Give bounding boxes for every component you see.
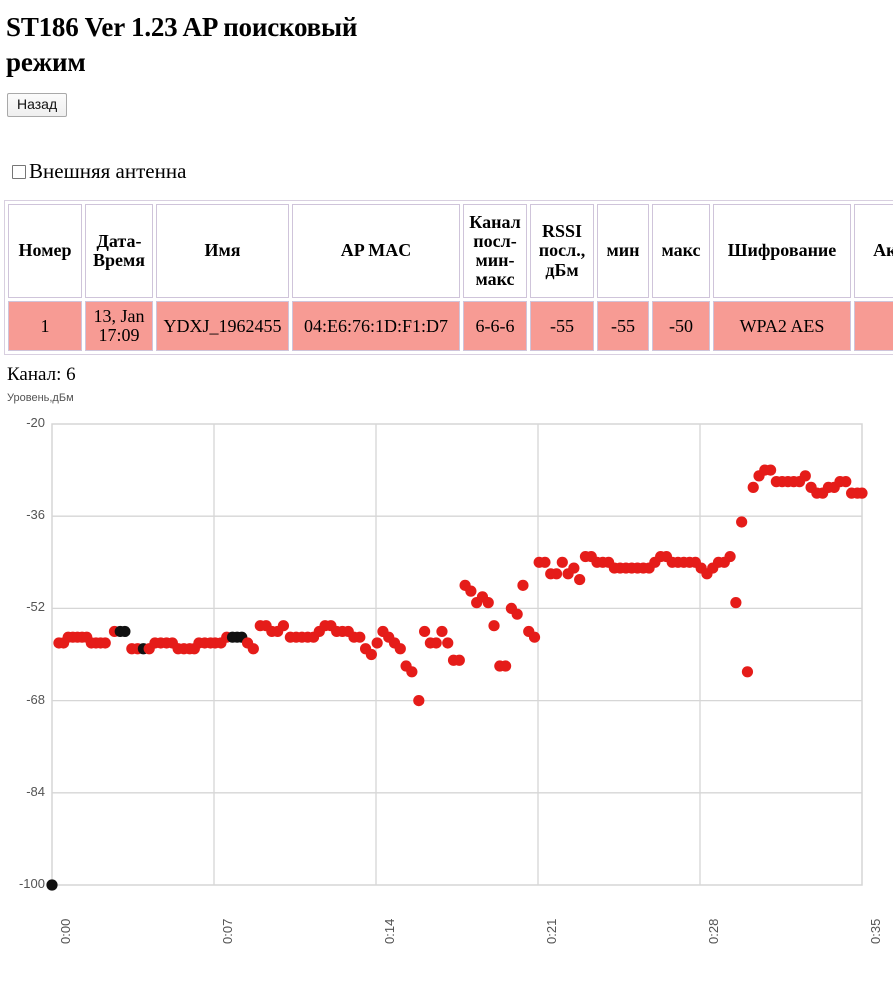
header-line: посл., xyxy=(538,240,586,261)
header-line: Канал xyxy=(469,211,521,232)
header-line: дБм xyxy=(545,259,579,280)
x-tick-label: 0:14 xyxy=(382,918,397,944)
y-tick-label: -52 xyxy=(26,599,45,615)
x-tick-label: 0:28 xyxy=(706,918,721,944)
column-header-datetime: Дата- Время xyxy=(85,204,153,298)
y-tick-label: -68 xyxy=(26,691,45,707)
header-line: RSSI xyxy=(541,221,583,242)
x-tick-label: 0:00 xyxy=(58,918,73,944)
column-header-activity: Активнос xyxy=(854,204,893,298)
y-tick-label: -100 xyxy=(18,876,45,891)
y-tick-label: -20 xyxy=(26,415,45,430)
cell-number: 1 xyxy=(8,301,82,351)
plot-canvas xyxy=(46,423,868,891)
y-tick-label: -36 xyxy=(26,507,45,523)
ap-table-container: Номер Дата- Время Имя AP MAC Канал посл-… xyxy=(4,200,893,355)
column-header-encryption: Шифрование xyxy=(713,204,851,298)
x-tick-label: 0:35 xyxy=(868,918,883,944)
channel-label: Канал: 6 xyxy=(7,364,76,385)
column-header-ap-mac: AP MAC xyxy=(292,204,460,298)
x-tick-label: 0:21 xyxy=(544,918,559,944)
header-line: макс xyxy=(475,269,515,290)
column-header-min: мин xyxy=(597,204,649,298)
cell-ap-mac: 04:E6:76:1D:F1:D7 xyxy=(292,301,460,351)
rssi-scatter-chart: Уровень,дБм -20 -36 -52 -68 -84 -100 0:00 0:07… xyxy=(0,392,893,1000)
back-button[interactable]: Назад xyxy=(7,93,68,118)
y-tick-label: -84 xyxy=(26,783,45,799)
external-antenna-label: Внешняя антенна xyxy=(29,159,187,184)
header-line: посл- xyxy=(473,230,517,251)
y-axis-ticks: -20 -36 -52 -68 -84 -100 xyxy=(0,392,45,892)
cell-rssi: -55 xyxy=(530,301,594,351)
external-antenna-row: Внешняя антенна xyxy=(12,161,893,182)
table-row[interactable]: 1 13, Jan 17:09 YDXJ_1962455 04:E6:76:1D… xyxy=(8,301,893,351)
datetime-date: 13, Jan xyxy=(93,306,145,327)
page-title: ST186 Ver 1.23 AP поисковый режим xyxy=(6,12,358,77)
cell-encryption: WPA2 AES xyxy=(713,301,851,351)
x-tick-label: 0:07 xyxy=(220,918,235,944)
cell-max: -50 xyxy=(652,301,710,351)
cell-channel: 6-6-6 xyxy=(463,301,527,351)
external-antenna-checkbox[interactable] xyxy=(12,164,26,179)
cell-activity: 120 xyxy=(854,301,893,351)
column-header-number: Номер xyxy=(8,204,82,298)
ap-table: Номер Дата- Время Имя AP MAC Канал посл-… xyxy=(4,200,893,355)
cell-min: -55 xyxy=(597,301,649,351)
column-header-channel: Канал посл- мин- макс xyxy=(463,204,527,298)
column-header-rssi: RSSI посл., дБм xyxy=(530,204,594,298)
column-header-max: макс xyxy=(652,204,710,298)
x-axis-ticks: 0:00 0:07 0:14 0:21 0:28 0:35 xyxy=(0,892,893,982)
header-line: Дата- xyxy=(96,230,142,251)
header-line: мин- xyxy=(475,250,515,270)
header-line: Время xyxy=(92,250,145,270)
column-header-name: Имя xyxy=(156,204,289,298)
cell-datetime: 13, Jan 17:09 xyxy=(85,301,153,351)
datetime-time: 17:09 xyxy=(98,325,140,345)
table-header-row: Номер Дата- Время Имя AP MAC Канал посл-… xyxy=(8,204,893,298)
cell-name: YDXJ_1962455 xyxy=(156,301,289,351)
